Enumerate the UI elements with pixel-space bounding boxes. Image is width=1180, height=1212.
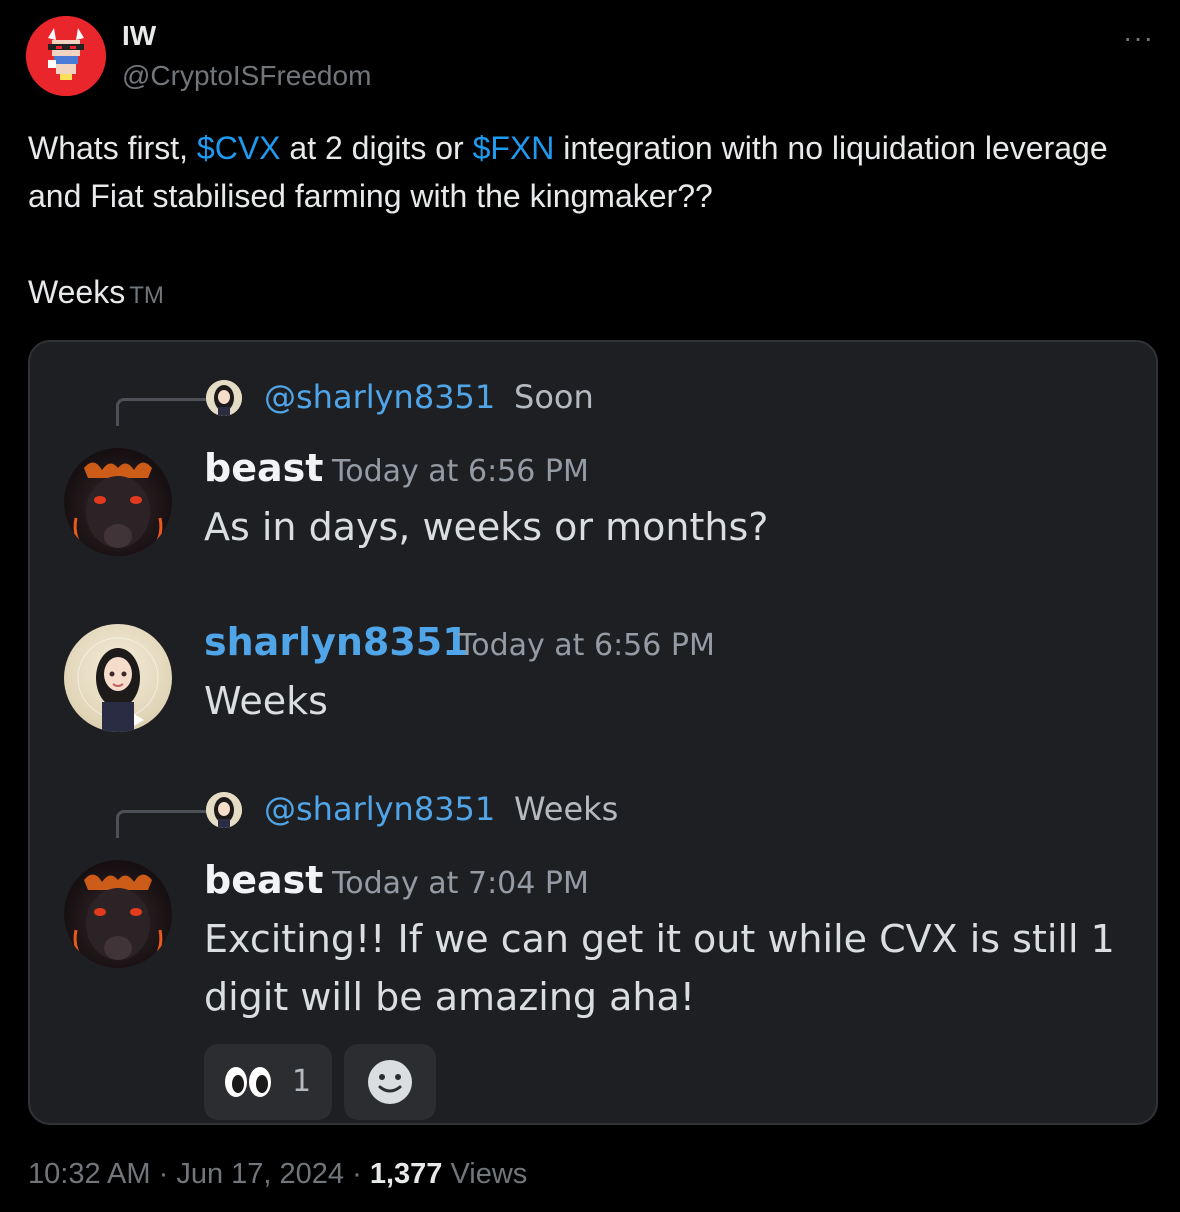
reply-avatar [206,380,242,416]
tweet-header: IW @CryptoISFreedom ··· [26,16,1156,96]
reply-avatar [206,792,242,828]
cashtag-cvx-link[interactable]: $CVX [197,130,281,166]
message-timestamp: Today at 6:56 PM [332,454,589,489]
beast-avatar[interactable] [64,448,172,556]
attached-image[interactable]: @sharlyn8351 Soon beast Today at 6:56 PM… [28,340,1158,1125]
message-author[interactable]: beast [204,446,323,490]
beast-avatar-icon [73,462,163,554]
reply-connector [116,810,206,838]
reaction-count: 1 [292,1064,312,1099]
separator: · [352,1158,362,1190]
tweet-text-segment: at 2 digits or [280,130,473,166]
more-options-icon[interactable]: ··· [1123,22,1154,54]
girl-avatar-icon [206,792,242,828]
beast-avatar-icon [73,874,163,966]
reaction-button[interactable]: 1 [204,1044,332,1120]
reply-text: Soon [514,378,594,416]
reply-mention[interactable]: @sharlyn8351 [264,790,495,828]
views-count: 1,377 [369,1158,443,1190]
message-body: Weeks [204,679,328,723]
views-label: Views [450,1158,528,1190]
message-timestamp: Today at 7:04 PM [332,866,589,901]
eyes-emoji-icon [225,1067,271,1097]
user-handle[interactable]: @CryptoISFreedom [122,60,371,92]
smiley-face-icon [368,1060,412,1104]
tweet-text: Whats first, $CVX at 2 digits or $FXN in… [28,124,1148,220]
tweet-text-line2: Weeks TM [28,268,164,320]
message-timestamp: Today at 6:56 PM [458,628,715,663]
tweet-meta: 10:32 AM · Jun 17, 2024 · 1,377 Views [28,1158,527,1191]
message-author[interactable]: sharlyn8351 [204,620,469,664]
girl-avatar-icon [77,637,159,732]
sharlyn-avatar[interactable] [64,624,172,732]
message-author[interactable]: beast [204,858,323,902]
reply-connector [116,398,206,426]
trademark-suffix: TM [129,282,164,309]
message-body-line2: digit will be amazing aha! [204,975,696,1019]
cashtag-fxn-link[interactable]: $FXN [473,130,555,166]
profile-avatar[interactable] [26,16,106,96]
tweet-date[interactable]: Jun 17, 2024 [176,1158,344,1190]
message-body-line1: Exciting!! If we can get it out while CV… [204,917,1115,961]
tweet-time[interactable]: 10:32 AM [28,1158,151,1190]
tweet-text-segment: Whats first, [28,130,197,166]
beast-avatar[interactable] [64,860,172,968]
separator: · [158,1158,169,1190]
add-reaction-button[interactable] [344,1044,436,1120]
message-body: As in days, weeks or months? [204,505,769,549]
devil-mascot-icon [26,16,106,96]
tweet-text-weeks: Weeks [28,274,126,310]
girl-avatar-icon [206,380,242,416]
reply-text: Weeks [514,790,619,828]
display-name[interactable]: IW [122,20,156,52]
reply-mention[interactable]: @sharlyn8351 [264,378,495,416]
